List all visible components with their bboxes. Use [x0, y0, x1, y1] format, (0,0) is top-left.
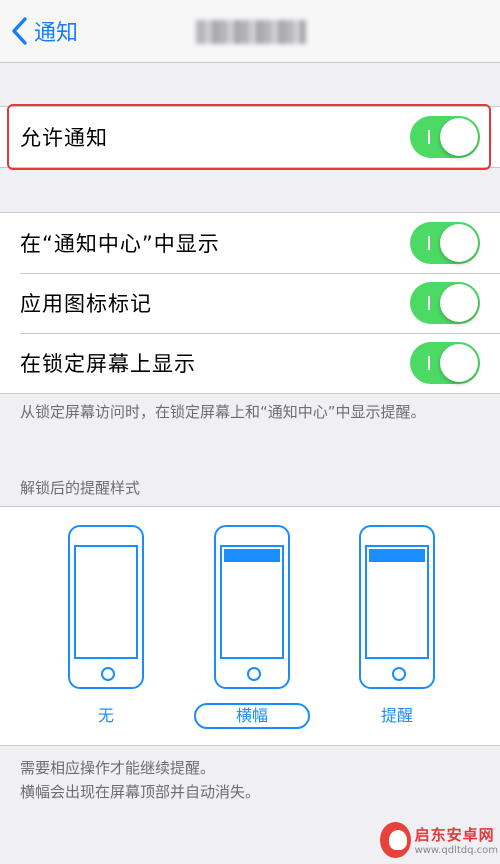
alert-style-banner-label: 横幅 [194, 703, 310, 729]
badge-app-icon-label: 应用图标标记 [20, 292, 152, 316]
phone-screen [365, 545, 429, 659]
show-on-lock-screen-label: 在锁定屏幕上显示 [20, 352, 196, 376]
banner-bar [369, 549, 425, 562]
toggle-knob [440, 118, 478, 156]
back-label: 通知 [34, 21, 79, 46]
toggle-knob [440, 344, 478, 382]
home-button-icon [101, 667, 115, 681]
show-on-lock-screen-toggle[interactable] [410, 342, 480, 384]
alert-style-alert[interactable]: 提醒 [347, 525, 447, 735]
toggle-on-indicator [428, 356, 430, 370]
alert-style-picker: 无 横幅 提醒 [0, 506, 500, 746]
watermark-name: 启东安卓网 [414, 826, 495, 844]
phone-alert-icon [359, 525, 435, 689]
alert-style-footnote-line2: 横幅会出现在屏幕顶部并自动消失。 [20, 783, 261, 801]
alert-style-alert-label: 提醒 [380, 706, 413, 725]
phone-banner-icon [214, 525, 290, 689]
alert-style-none[interactable]: 无 [56, 525, 156, 735]
alert-style-none-label: 无 [97, 706, 114, 725]
alert-style-footnote-line1: 需要相应操作才能继续提醒。 [20, 759, 216, 777]
phone-screen [74, 545, 138, 659]
toggle-on-indicator [428, 296, 430, 310]
alert-style-footnote: 需要相应操作才能继续提醒。 横幅会出现在屏幕顶部并自动消失。 [20, 756, 480, 804]
allow-notifications-row: 允许通知 [0, 107, 500, 167]
allow-notifications-label: 允许通知 [20, 126, 108, 150]
watermark-url: www.qdltdq.com [414, 845, 498, 856]
home-button-icon [247, 667, 261, 681]
toggle-knob [440, 224, 478, 262]
watermark: 启东安卓网 www.qdltdq.com [380, 818, 498, 862]
display-settings-group: 在“通知中心”中显示 应用图标标记 在锁定屏幕上显示 [0, 212, 500, 394]
badge-app-icon-row: 应用图标标记 [0, 273, 500, 333]
navigation-bar: 通知 ██████ [0, 0, 500, 63]
back-button[interactable]: 通知 [10, 14, 78, 48]
allow-notifications-toggle[interactable] [410, 116, 480, 158]
allow-notifications-group: 允许通知 [0, 106, 500, 168]
alert-style-banner[interactable]: 横幅 [194, 525, 310, 735]
chevron-left-icon [12, 17, 27, 45]
alert-style-header: 解锁后的提醒样式 [20, 479, 141, 497]
watermark-logo-icon [380, 822, 411, 858]
show-on-lock-screen-row: 在锁定屏幕上显示 [0, 333, 500, 393]
lock-screen-footnote: 从锁定屏幕访问时，在锁定屏幕上和“通知中心”中显示提醒。 [20, 403, 426, 421]
watermark-text: 启东安卓网 www.qdltdq.com [415, 824, 498, 856]
badge-app-icon-toggle[interactable] [410, 282, 480, 324]
toggle-knob [440, 284, 478, 322]
home-button-icon [392, 667, 406, 681]
phone-none-icon [68, 525, 144, 689]
show-in-notification-center-label: 在“通知中心”中显示 [20, 232, 220, 256]
show-in-notification-center-toggle[interactable] [410, 222, 480, 264]
toggle-on-indicator [428, 236, 430, 250]
phone-screen [220, 545, 284, 659]
banner-bar [224, 549, 280, 562]
show-in-notification-center-row: 在“通知中心”中显示 [0, 213, 500, 273]
page-title-blurred: ██████ [196, 20, 306, 44]
toggle-on-indicator [428, 130, 430, 144]
